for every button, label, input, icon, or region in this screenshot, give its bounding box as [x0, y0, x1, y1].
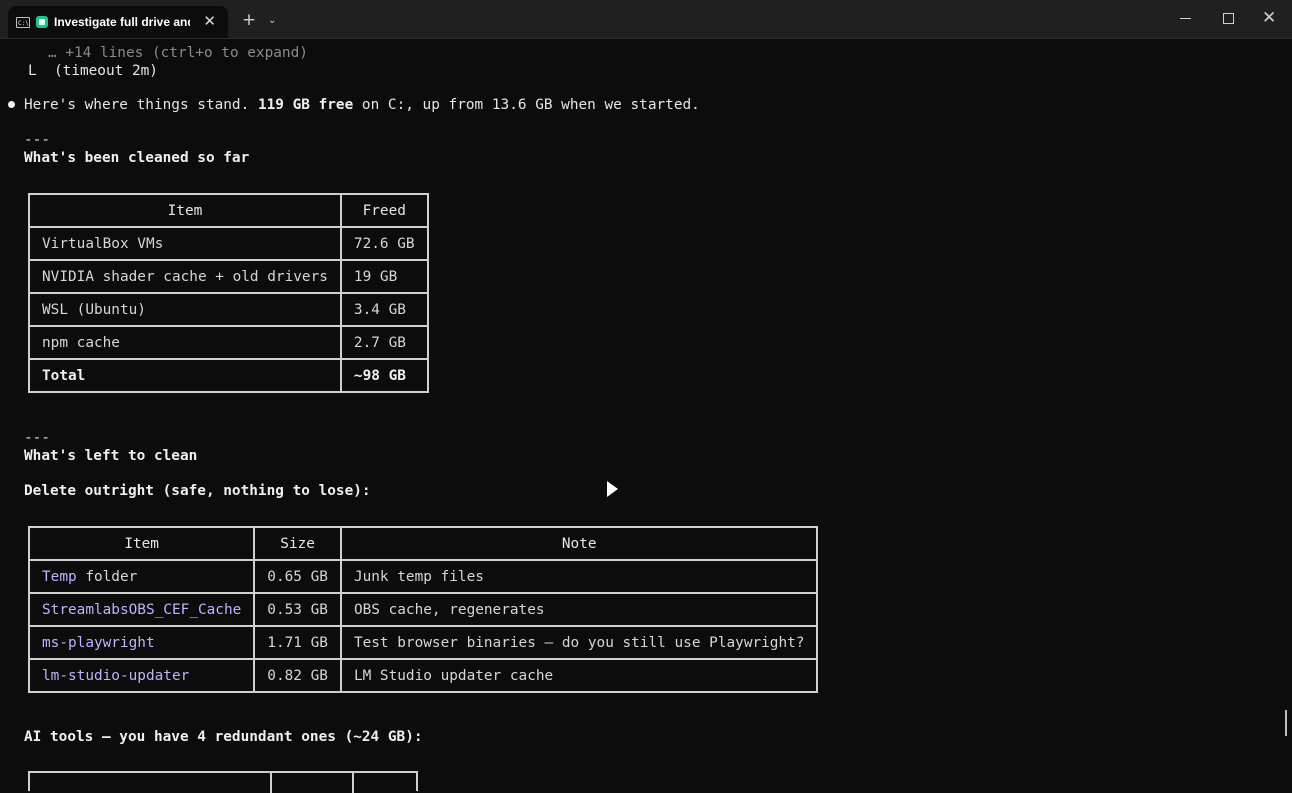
header-freed: Freed [339, 193, 429, 228]
cell-size: 1.71 GB [253, 625, 342, 660]
app-icon [36, 16, 48, 28]
table-row: NVIDIA shader cache + old drivers 19 GB [28, 259, 429, 294]
scrollbar-thumb[interactable] [1285, 710, 1287, 736]
header-item: Item [27, 526, 256, 561]
header-item: Item [28, 193, 342, 228]
cell-item: StreamlabsOBS_CEF_Cache [27, 592, 256, 627]
cell-note: LM Studio updater cache [339, 658, 819, 693]
table-row: npm cache 2.7 GB [28, 325, 429, 360]
subheading-delete: Delete outright (safe, nothing to lose): [24, 483, 371, 499]
cell-size: 0.82 GB [253, 658, 342, 693]
cell-total-value: ~98 GB [339, 358, 429, 393]
ai-tools-line: AI tools — you have 4 redundant ones (~2… [24, 729, 423, 745]
cell-item: VirtualBox VMs [28, 226, 342, 261]
item-link[interactable]: lm-studio-updater [42, 668, 189, 684]
rule-1: --- [24, 132, 50, 148]
cell-size: 0.53 GB [253, 592, 342, 627]
table-row: ms-playwright 1.71 GB Test browser binar… [27, 625, 819, 660]
terminal-icon: C:\ [16, 16, 30, 28]
cell-item: ms-playwright [27, 625, 256, 660]
table-divider [352, 773, 354, 793]
item-link[interactable]: StreamlabsOBS_CEF_Cache [42, 602, 241, 618]
header-size: Size [253, 526, 342, 561]
cell-item: NVIDIA shader cache + old drivers [28, 259, 342, 294]
cell-note: Junk temp files [339, 559, 819, 594]
minimize-icon[interactable] [1180, 18, 1191, 19]
cell-item: WSL (Ubuntu) [28, 292, 342, 327]
timeout-line: L (timeout 2m) [28, 63, 158, 79]
table-row: StreamlabsOBS_CEF_Cache 0.53 GB OBS cach… [27, 592, 819, 627]
rule-2: --- [24, 430, 50, 446]
item-rest: folder [76, 568, 138, 585]
heading-cleaned: What's been cleaned so far [24, 150, 250, 166]
title-bar: C:\ Investigate full drive and p ✕ + ⌄ ✕ [0, 0, 1292, 39]
table-divider [270, 773, 272, 793]
header-note: Note [339, 526, 819, 561]
cell-size: 0.65 GB [253, 559, 342, 594]
table-total-row: Total ~98 GB [28, 358, 429, 393]
cell-note: Test browser binaries — do you still use… [339, 625, 819, 660]
bullet-icon [8, 101, 15, 108]
summary-bold: 119 GB free [257, 97, 354, 113]
cell-freed: 2.7 GB [339, 325, 429, 360]
delete-table: Item Size Note Temp folder 0.65 GB Junk … [27, 526, 819, 693]
cell-freed: 72.6 GB [339, 226, 429, 261]
cell-item: lm-studio-updater [27, 658, 256, 693]
table-header-row: Item Freed [28, 193, 429, 228]
table-row: lm-studio-updater 0.82 GB LM Studio upda… [27, 658, 819, 693]
summary-pre: Here's where things stand. [24, 97, 258, 113]
maximize-icon[interactable] [1223, 13, 1234, 24]
summary-post: on C:, up from 13.6 GB when we started. [353, 97, 700, 113]
cell-item: Temp folder [27, 559, 256, 594]
table-row: Temp folder 0.65 GB Junk temp files [27, 559, 819, 594]
mouse-cursor-icon [607, 481, 618, 497]
cell-note: OBS cache, regenerates [339, 592, 819, 627]
item-link[interactable]: Temp [42, 569, 77, 585]
table-row: WSL (Ubuntu) 3.4 GB [28, 292, 429, 327]
table-header-row: Item Size Note [27, 526, 819, 561]
cleaned-table: Item Freed VirtualBox VMs 72.6 GB NVIDIA… [28, 193, 429, 393]
cell-freed: 3.4 GB [339, 292, 429, 327]
expand-hint: … +14 lines (ctrl+o to expand) [48, 45, 308, 61]
cell-freed: 19 GB [339, 259, 429, 294]
chevron-down-icon[interactable]: ⌄ [268, 9, 276, 33]
item-link[interactable]: ms-playwright [42, 635, 155, 651]
table-row: VirtualBox VMs 72.6 GB [28, 226, 429, 261]
summary-line: Here's where things stand. 119 GB free o… [24, 96, 700, 114]
tab-active[interactable]: C:\ Investigate full drive and p ✕ [8, 6, 228, 38]
new-tab-icon[interactable]: + [240, 8, 258, 32]
close-tab-icon[interactable]: ✕ [203, 12, 216, 30]
tab-title: Investigate full drive and p [54, 15, 190, 29]
ai-tools-table [28, 771, 418, 793]
close-window-icon[interactable]: ✕ [1262, 6, 1276, 30]
cell-total-label: Total [28, 358, 342, 393]
heading-left: What's left to clean [24, 448, 198, 464]
cell-item: npm cache [28, 325, 342, 360]
